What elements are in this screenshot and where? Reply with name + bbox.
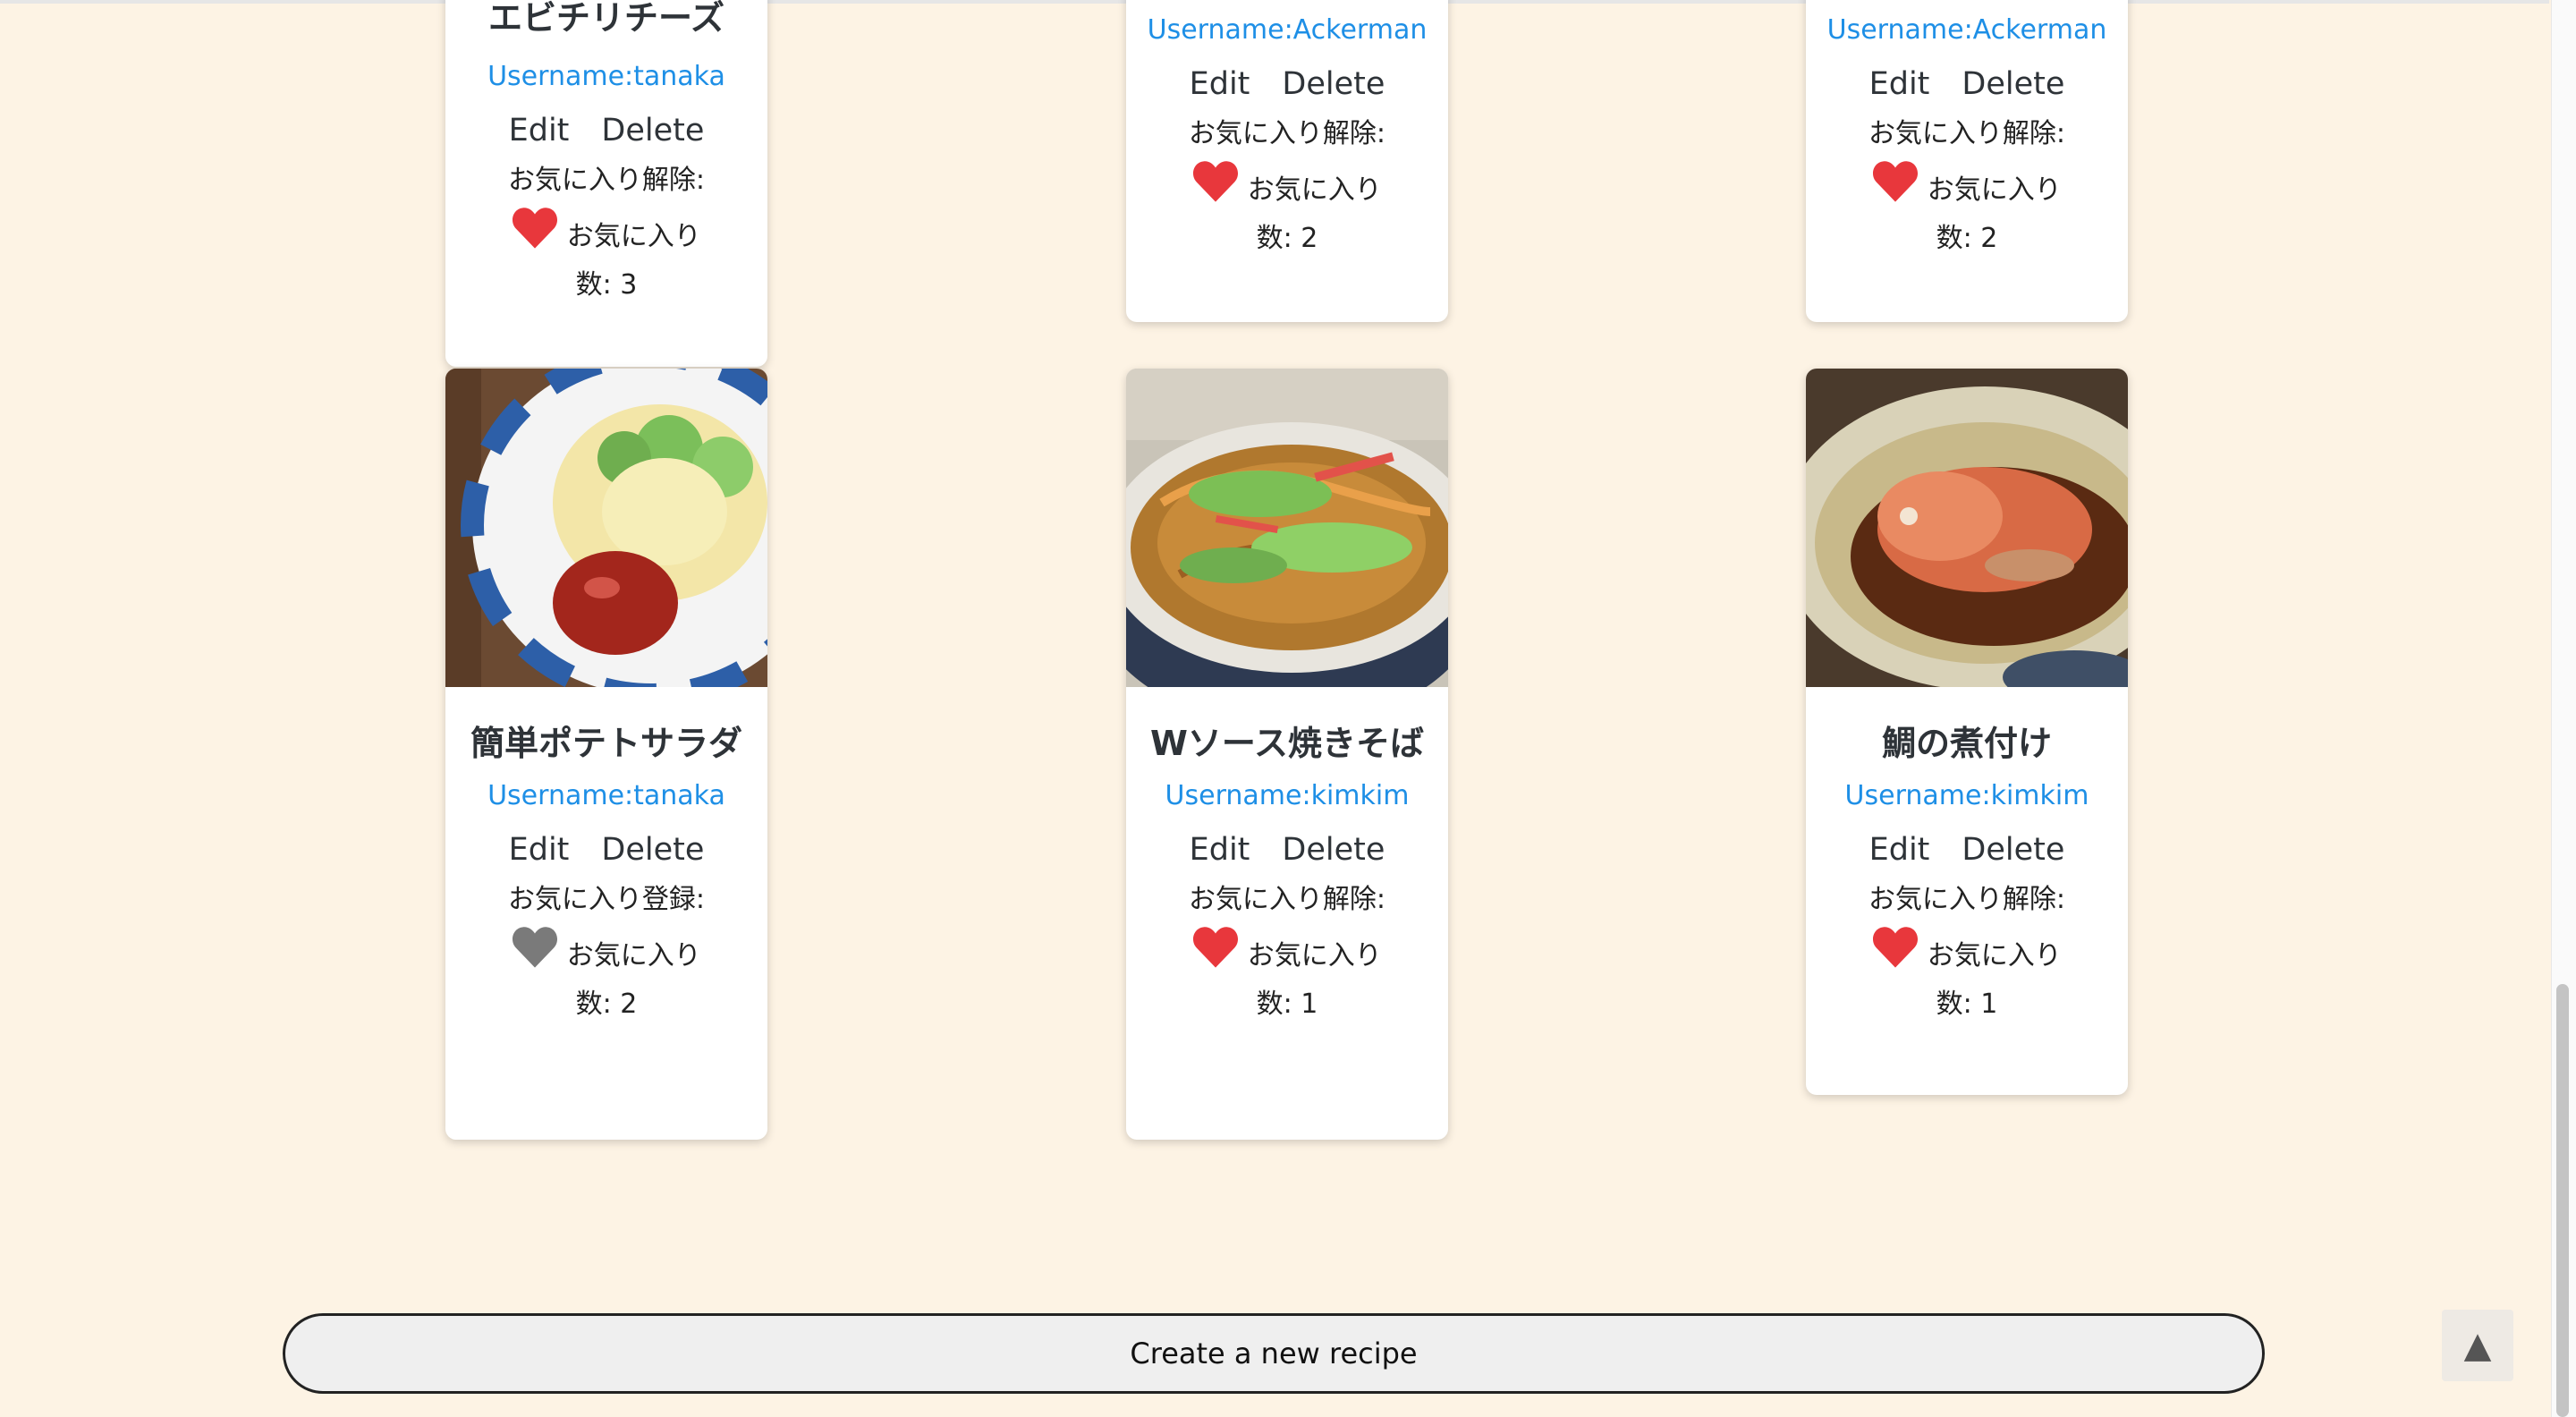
favorite-count: お気に入り数: 2: [566, 940, 701, 1020]
favorite-count: お気に入り数: 2: [1247, 174, 1382, 254]
recipe-username[interactable]: Username:kimkim: [1806, 778, 2128, 814]
recipe-actions: Edit Delete: [445, 830, 767, 870]
recipe-title[interactable]: 簡単ポテトサラダ: [463, 721, 750, 766]
edit-link[interactable]: Edit: [1190, 66, 1250, 102]
scrollbar-thumb[interactable]: [2556, 984, 2569, 1417]
recipe-actions: Edit Delete: [1806, 64, 2128, 104]
favorite-row: お気に入り数: 1: [1180, 925, 1394, 1029]
recipe-username[interactable]: Username:tanaka: [445, 778, 767, 814]
heart-icon[interactable]: [1192, 925, 1239, 968]
favorite-row: お気に入り数: 3: [499, 206, 714, 310]
recipe-card: Wソース焼きそば Username:kimkim Edit Delete お気に入…: [1126, 369, 1448, 1140]
heart-icon[interactable]: [512, 925, 558, 968]
favorite-action-label: お気に入り解除:: [1868, 118, 2066, 149]
recipe-username[interactable]: Username:kimkim: [1126, 778, 1448, 814]
favorite-action-label: お気に入り登録:: [507, 884, 706, 915]
recipe-photo[interactable]: [1806, 369, 2128, 687]
delete-link[interactable]: Delete: [601, 832, 704, 868]
favorite-row: お気に入り数: 1: [1860, 925, 2074, 1029]
favorite-action-label: お気に入り解除:: [1188, 118, 1386, 149]
recipe-photo[interactable]: [1126, 369, 1448, 687]
delete-link[interactable]: Delete: [1282, 66, 1385, 102]
edit-link[interactable]: Edit: [1869, 832, 1930, 868]
recipe-username[interactable]: Username:Ackerman: [1806, 13, 2128, 48]
recipe-card: Username:Ackerman Edit Delete お気に入り解除: お気…: [1806, 0, 2128, 322]
delete-link[interactable]: Delete: [1962, 66, 2064, 102]
scroll-to-top-button[interactable]: ▲: [2442, 1310, 2513, 1381]
heart-icon[interactable]: [512, 206, 558, 249]
recipe-card: Username:Ackerman Edit Delete お気に入り解除: お気…: [1126, 0, 1448, 322]
heart-icon[interactable]: [1872, 925, 1919, 968]
favorite-count: お気に入り数: 3: [566, 221, 701, 301]
favorite-action-label: お気に入り解除:: [1188, 884, 1386, 915]
delete-link[interactable]: Delete: [1962, 832, 2064, 868]
heart-icon[interactable]: [1192, 159, 1239, 202]
favorite-count: お気に入り数: 1: [1927, 940, 2062, 1020]
favorite-count: お気に入り数: 2: [1927, 174, 2062, 254]
recipe-card: 簡単ポテトサラダ Username:tanaka Edit Delete お気に入…: [445, 369, 767, 1140]
edit-link[interactable]: Edit: [1869, 66, 1930, 102]
recipe-card: エビチリチーズ Username:tanaka Edit Delete お気に入り…: [445, 0, 767, 367]
recipe-actions: Edit Delete: [1126, 64, 1448, 104]
recipe-card: 鯛の煮付け Username:kimkim Edit Delete お気に入り解除…: [1806, 369, 2128, 1095]
favorite-row: お気に入り数: 2: [499, 925, 714, 1029]
recipe-title[interactable]: エビチリチーズ: [463, 0, 750, 36]
recipe-photo[interactable]: [445, 369, 767, 687]
recipe-actions: Edit Delete: [1126, 830, 1448, 870]
triangle-up-icon: ▲: [2463, 1325, 2492, 1366]
recipe-title[interactable]: 鯛の煮付け: [1824, 721, 2110, 766]
delete-link[interactable]: Delete: [601, 113, 704, 148]
recipe-username[interactable]: Username:tanaka: [445, 59, 767, 95]
favorite-row: お気に入り数: 2: [1180, 159, 1394, 263]
create-recipe-button[interactable]: Create a new recipe: [283, 1313, 2265, 1394]
recipe-actions: Edit Delete: [1806, 830, 2128, 870]
edit-link[interactable]: Edit: [1190, 832, 1250, 868]
favorite-action-label: お気に入り解除:: [1868, 884, 2066, 915]
heart-icon[interactable]: [1872, 159, 1919, 202]
recipe-username[interactable]: Username:Ackerman: [1126, 13, 1448, 48]
favorite-action-label: お気に入り解除:: [507, 165, 706, 196]
edit-link[interactable]: Edit: [509, 832, 570, 868]
recipe-title[interactable]: Wソース焼きそば: [1144, 721, 1430, 766]
edit-link[interactable]: Edit: [509, 113, 570, 148]
recipe-actions: Edit Delete: [445, 111, 767, 150]
delete-link[interactable]: Delete: [1282, 832, 1385, 868]
favorite-row: お気に入り数: 2: [1860, 159, 2074, 263]
page: エビチリチーズ Username:tanaka Edit Delete お気に入り…: [0, 0, 2576, 1417]
favorite-count: お気に入り数: 1: [1247, 940, 1382, 1020]
